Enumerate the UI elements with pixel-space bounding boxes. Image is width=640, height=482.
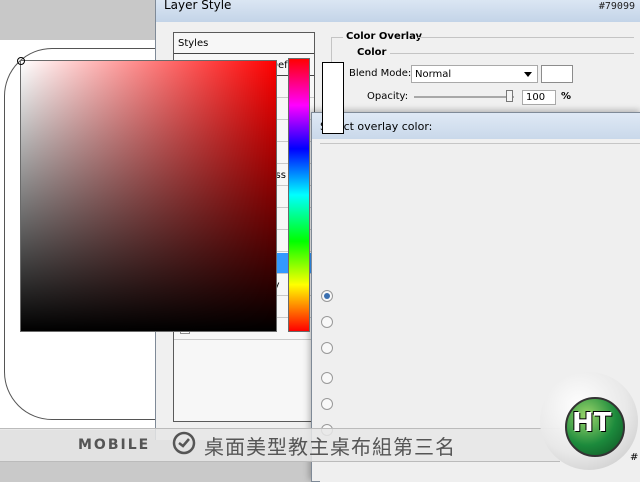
saturation-brightness-field[interactable] xyxy=(20,60,277,332)
overlay-color-swatch[interactable] xyxy=(541,65,573,83)
mobile01-logo-icon xyxy=(172,431,196,455)
opacity-unit: % xyxy=(561,91,572,102)
hue-slider[interactable] xyxy=(288,58,310,332)
layer-style-titlebar[interactable]: Layer Style #79099 xyxy=(156,0,640,22)
new-color-preview xyxy=(322,62,344,134)
chevron-down-icon xyxy=(524,72,532,77)
radio-green[interactable] xyxy=(321,398,333,410)
color-subsection-title: Color xyxy=(357,47,387,58)
watermark-brand: MOBILE xyxy=(78,437,151,453)
radio-brightness[interactable] xyxy=(321,342,333,354)
radio-hue[interactable] xyxy=(321,290,333,302)
watermark-caption: 桌面美型教主桌布組第三名 xyxy=(204,435,456,459)
opacity-label: Opacity: xyxy=(367,91,409,102)
style-item-styles[interactable]: Styles xyxy=(174,33,314,54)
blend-mode-value: Normal xyxy=(415,69,452,80)
opacity-input[interactable]: 100 xyxy=(522,90,556,105)
color-picker-titlebar[interactable]: Select overlay color: xyxy=(312,113,640,139)
hex-label: #79099 xyxy=(598,1,635,12)
layer-style-title: Layer Style xyxy=(164,0,232,12)
radio-saturation[interactable] xyxy=(321,316,333,328)
color-overlay-section-title: Color Overlay xyxy=(346,31,423,42)
opacity-slider-track[interactable] xyxy=(414,96,514,98)
hex-hash-label: # xyxy=(630,452,639,463)
opacity-slider-thumb[interactable] xyxy=(506,90,513,102)
blend-mode-select[interactable]: Normal xyxy=(411,65,538,83)
radio-red[interactable] xyxy=(321,372,333,384)
blend-mode-label: Blend Mode: xyxy=(349,68,412,79)
ht-badge-text: HT xyxy=(572,408,612,438)
color-picker-marker[interactable] xyxy=(17,57,25,65)
style-item-label: Styles xyxy=(178,38,209,49)
